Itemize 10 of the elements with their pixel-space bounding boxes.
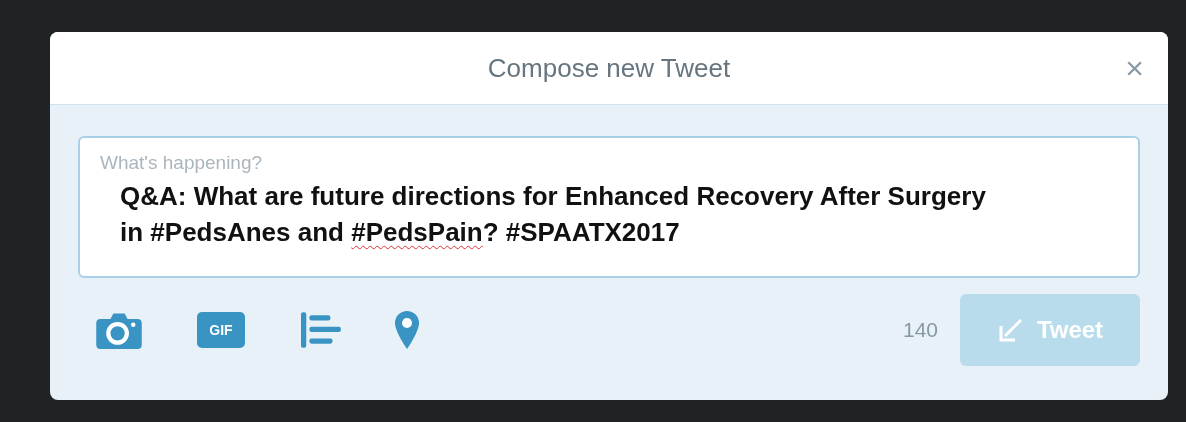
tweet-input-field[interactable]: What's happening? Q&A: What are future directions for Enhanced Recovery After Surgery in #PedsAnes and #PedsPain? #SPAATX2017 [78,136,1140,278]
dialog-title: Compose new Tweet [487,52,731,84]
poll-icon[interactable] [301,312,343,348]
character-counter: 140 [902,318,938,342]
close-button[interactable]: × [1125,50,1144,87]
placeholder-text: What's happening? [100,152,264,174]
gif-button[interactable]: GIF [197,312,245,348]
location-pin-icon[interactable] [395,311,419,349]
tweet-text: Q&A: What are future directions for Enhanced Recovery After Surgery in #PedsAnes and #PedsPain? #SPAATX2017 [120,180,987,249]
camera-icon[interactable] [96,311,142,349]
